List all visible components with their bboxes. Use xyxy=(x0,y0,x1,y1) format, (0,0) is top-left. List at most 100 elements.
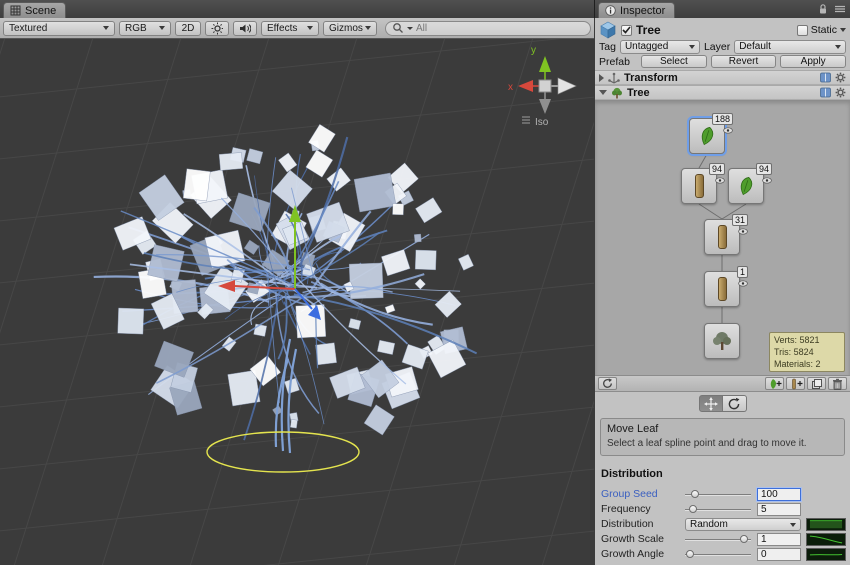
info-icon xyxy=(605,5,616,16)
frequency-field[interactable]: 5 xyxy=(757,503,801,516)
distribution-curve-preview[interactable] xyxy=(806,518,846,531)
active-checkbox[interactable] xyxy=(621,25,632,36)
help-book-icon[interactable] xyxy=(820,87,831,98)
growth-scale-slider[interactable] xyxy=(685,533,751,546)
static-checkbox[interactable] xyxy=(797,25,808,36)
search-value: All xyxy=(416,23,427,34)
gear-icon[interactable] xyxy=(835,72,846,83)
growth-angle-curve-preview[interactable] xyxy=(806,548,846,561)
branch-group-node-mid[interactable]: 94 xyxy=(681,168,717,204)
eye-icon[interactable] xyxy=(715,177,725,184)
tree-root-node[interactable] xyxy=(704,323,740,359)
scene-viewport[interactable]: y x Iso xyxy=(0,39,594,565)
group-seed-field[interactable]: 100 xyxy=(757,488,801,501)
panel-menu-icon[interactable] xyxy=(834,4,846,14)
tag-label: Tag xyxy=(599,41,616,53)
audio-toggle-button[interactable] xyxy=(233,21,257,36)
tag-dropdown[interactable]: Untagged xyxy=(620,40,700,54)
help-title: Move Leaf xyxy=(607,423,838,435)
stats-tris: Tris: 5824 xyxy=(774,346,840,358)
minus-x-axis-cone[interactable] xyxy=(558,78,576,94)
shading-mode-dropdown[interactable]: Textured xyxy=(3,21,115,36)
scene-3d-canvas[interactable]: y x Iso xyxy=(0,39,594,565)
foldout-expanded-icon[interactable] xyxy=(599,90,607,95)
slider-thumb[interactable] xyxy=(691,490,699,498)
growth-angle-label: Growth Angle xyxy=(601,548,664,561)
static-dropdown-caret[interactable] xyxy=(840,28,846,32)
leaf-tool-toggle-group xyxy=(699,395,747,412)
2d-toggle-button[interactable]: 2D xyxy=(175,21,201,36)
chevron-down-icon xyxy=(103,26,109,30)
leaf-group-node-mid[interactable]: 94 xyxy=(728,168,764,204)
add-leaf-group-button[interactable] xyxy=(765,377,784,390)
move-leaf-tool-button[interactable] xyxy=(699,395,723,412)
lock-icon[interactable] xyxy=(818,3,828,15)
gear-icon[interactable] xyxy=(835,87,846,98)
move-tool-icon xyxy=(704,397,718,411)
scene-grid-icon xyxy=(10,5,21,16)
prefab-apply-button[interactable]: Apply xyxy=(780,55,846,68)
growth-scale-field[interactable]: 1 xyxy=(757,533,801,546)
frequency-label: Frequency xyxy=(601,503,651,516)
chevron-down-icon xyxy=(159,26,165,30)
eye-icon[interactable] xyxy=(738,228,748,235)
y-axis-cone[interactable] xyxy=(539,56,551,72)
node-count-badge: 188 xyxy=(712,113,733,125)
orientation-gizmo[interactable]: y x xyxy=(508,45,576,114)
trunk-node[interactable]: 1 xyxy=(704,271,740,307)
speaker-icon xyxy=(239,23,251,34)
group-seed-row: Group Seed 100 xyxy=(595,488,850,501)
add-branch-group-button[interactable] xyxy=(786,377,805,390)
render-mode-dropdown[interactable]: RGB xyxy=(119,21,171,36)
help-book-icon[interactable] xyxy=(820,72,831,83)
eye-icon[interactable] xyxy=(723,127,733,134)
gizmos-dropdown[interactable]: Gizmos xyxy=(323,21,377,36)
scene-search-input[interactable]: All xyxy=(385,21,591,36)
frequency-slider[interactable] xyxy=(685,503,751,516)
x-axis-cone[interactable] xyxy=(518,80,533,92)
inspector-tabstrip: Inspector xyxy=(594,0,850,18)
eye-icon[interactable] xyxy=(762,177,772,184)
layer-dropdown[interactable]: Default xyxy=(734,40,846,54)
leaf-icon xyxy=(696,125,718,147)
growth-angle-slider[interactable] xyxy=(685,548,751,561)
refresh-button[interactable] xyxy=(598,377,617,390)
render-mode-label: RGB xyxy=(125,23,147,34)
leaf-group-node-top[interactable]: 188 xyxy=(689,118,725,154)
prefab-select-button[interactable]: Select xyxy=(641,55,707,68)
effects-dropdown[interactable]: Effects xyxy=(261,21,319,36)
branch-group-node-upper[interactable]: 31 xyxy=(704,219,740,255)
transform-title: Transform xyxy=(624,72,678,84)
tree-component-header[interactable]: Tree xyxy=(595,85,850,100)
distribution-dropdown[interactable]: Random xyxy=(685,518,801,531)
duplicate-button[interactable] xyxy=(807,377,826,390)
group-seed-label: Group Seed xyxy=(601,488,658,501)
slider-thumb[interactable] xyxy=(740,535,748,543)
group-seed-slider[interactable] xyxy=(685,488,751,501)
projection-toggle[interactable]: Iso xyxy=(522,117,549,128)
transform-component-header[interactable]: Transform xyxy=(595,70,850,85)
foldout-collapsed-icon[interactable] xyxy=(599,74,604,82)
tree-component-title: Tree xyxy=(627,87,650,99)
tab-scene[interactable]: Scene xyxy=(3,2,66,18)
delete-button[interactable] xyxy=(828,377,847,390)
branch-icon xyxy=(695,174,704,198)
growth-scale-label: Growth Scale xyxy=(601,533,664,546)
growth-angle-field[interactable]: 0 xyxy=(757,548,801,561)
effects-label: Effects xyxy=(267,23,297,34)
slider-thumb[interactable] xyxy=(686,550,694,558)
prefab-revert-button[interactable]: Revert xyxy=(711,55,777,68)
2d-label: 2D xyxy=(182,23,195,34)
gizmo-center-cube[interactable] xyxy=(539,80,551,92)
node-count-badge: 94 xyxy=(709,163,725,175)
eye-icon[interactable] xyxy=(738,280,748,287)
tree-hierarchy-graph[interactable]: 188 94 94 31 xyxy=(595,100,850,392)
lighting-toggle-button[interactable] xyxy=(205,21,229,36)
rotate-leaf-tool-button[interactable] xyxy=(723,395,747,412)
minus-y-axis-cone[interactable] xyxy=(539,99,551,114)
growth-scale-curve-preview[interactable] xyxy=(806,533,846,546)
slider-thumb[interactable] xyxy=(689,505,697,513)
search-filter-caret[interactable] xyxy=(407,27,413,30)
tab-inspector[interactable]: Inspector xyxy=(598,2,675,18)
tree-hierarchy-canvas[interactable]: 188 94 94 31 xyxy=(595,101,850,375)
